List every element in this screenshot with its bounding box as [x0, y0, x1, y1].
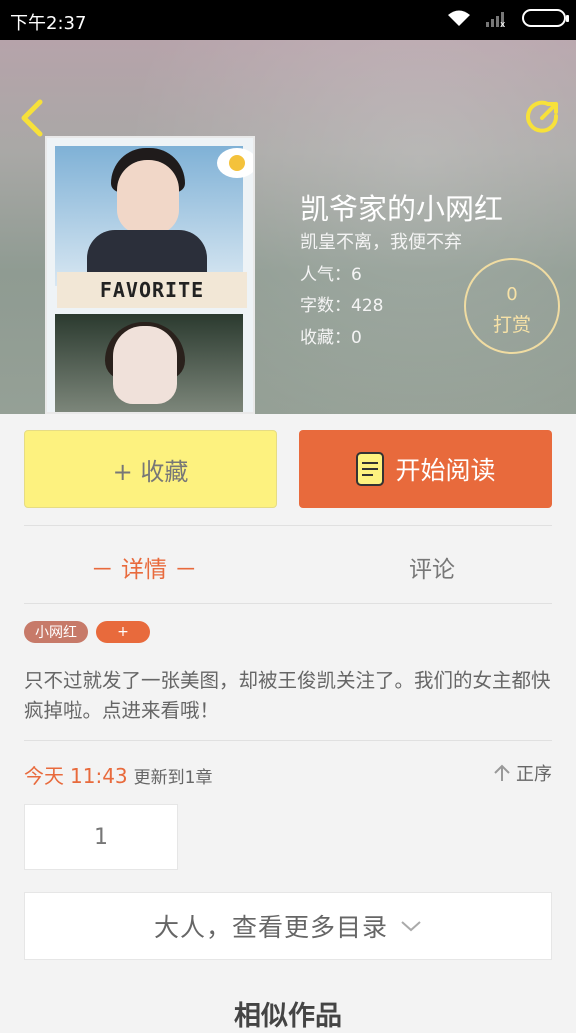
toc-label: 大人，查看更多目录 — [153, 913, 388, 942]
book-description: 只不过就发了一张美图，却被王俊凯关注了。我们的女主都快疯掉啦。点进来看哦！ — [24, 669, 551, 722]
divider — [24, 740, 552, 741]
status-icons: x — [446, 8, 569, 28]
book-subtitle: 凯皇不离，我便不弃 — [300, 232, 462, 253]
arrow-up-icon — [494, 764, 510, 781]
sort-order-button[interactable]: 正序 — [492, 760, 552, 786]
egg-icon — [217, 148, 253, 178]
start-reading-label: 开始阅读 — [395, 456, 496, 485]
status-time: 下午2:37 — [10, 13, 87, 34]
wifi-icon — [448, 10, 470, 26]
book-cover[interactable]: FAVORITE — [45, 136, 255, 414]
cover-photo-face — [117, 160, 179, 234]
divider — [24, 525, 552, 526]
tag-item[interactable]: 小网红 — [24, 621, 88, 643]
add-tag-button[interactable]: + — [96, 621, 150, 643]
book-icon — [356, 452, 385, 486]
book-header: FAVORITE 凯爷家的小网红 凯皇不离，我便不弃 人气：6 字数：428 收… — [0, 40, 576, 414]
tab-details[interactable]: － 详情 － — [0, 550, 288, 584]
page-selector[interactable]: 1 — [24, 804, 178, 870]
tab-comments[interactable]: 评论 — [288, 550, 576, 584]
update-day: 今天 — [24, 764, 64, 788]
cover-photo-girl — [113, 326, 177, 404]
chevron-left-icon[interactable] — [16, 98, 50, 138]
battery-icon — [522, 9, 569, 27]
book-detail-content: + 收藏 开始阅读 － 详情 － 评论 小网红 + 只不过就发了一张美图，却被王… — [0, 414, 576, 1032]
update-time: 11:43 — [70, 764, 128, 788]
favorite-button[interactable]: + 收藏 — [24, 430, 277, 508]
share-icon[interactable] — [522, 96, 564, 138]
reward-button[interactable]: 0 打赏 — [464, 258, 560, 354]
reward-label: 打赏 — [492, 314, 531, 336]
svg-text:x: x — [500, 20, 506, 28]
sort-order-label: 正序 — [516, 764, 552, 785]
book-popularity: 人气：6 — [300, 265, 362, 285]
book-title: 凯爷家的小网红 — [300, 192, 504, 226]
start-reading-button[interactable]: 开始阅读 — [299, 430, 552, 508]
update-text: 更新到1章 — [133, 768, 213, 788]
view-more-toc-button[interactable]: 大人，查看更多目录 — [24, 892, 552, 960]
divider — [24, 603, 552, 604]
book-words: 字数：428 — [300, 296, 384, 316]
similar-works-title: 相似作品 — [234, 1001, 342, 1032]
reward-count: 0 — [506, 284, 518, 305]
signal-icon: x — [486, 12, 506, 28]
chevron-down-icon — [401, 921, 421, 932]
book-favorites: 收藏：0 — [300, 328, 362, 348]
update-info: 今天 11:43 更新到1章 正序 — [24, 760, 552, 788]
status-bar: 下午2:37 x — [0, 0, 576, 40]
cover-banner: FAVORITE — [57, 272, 247, 308]
